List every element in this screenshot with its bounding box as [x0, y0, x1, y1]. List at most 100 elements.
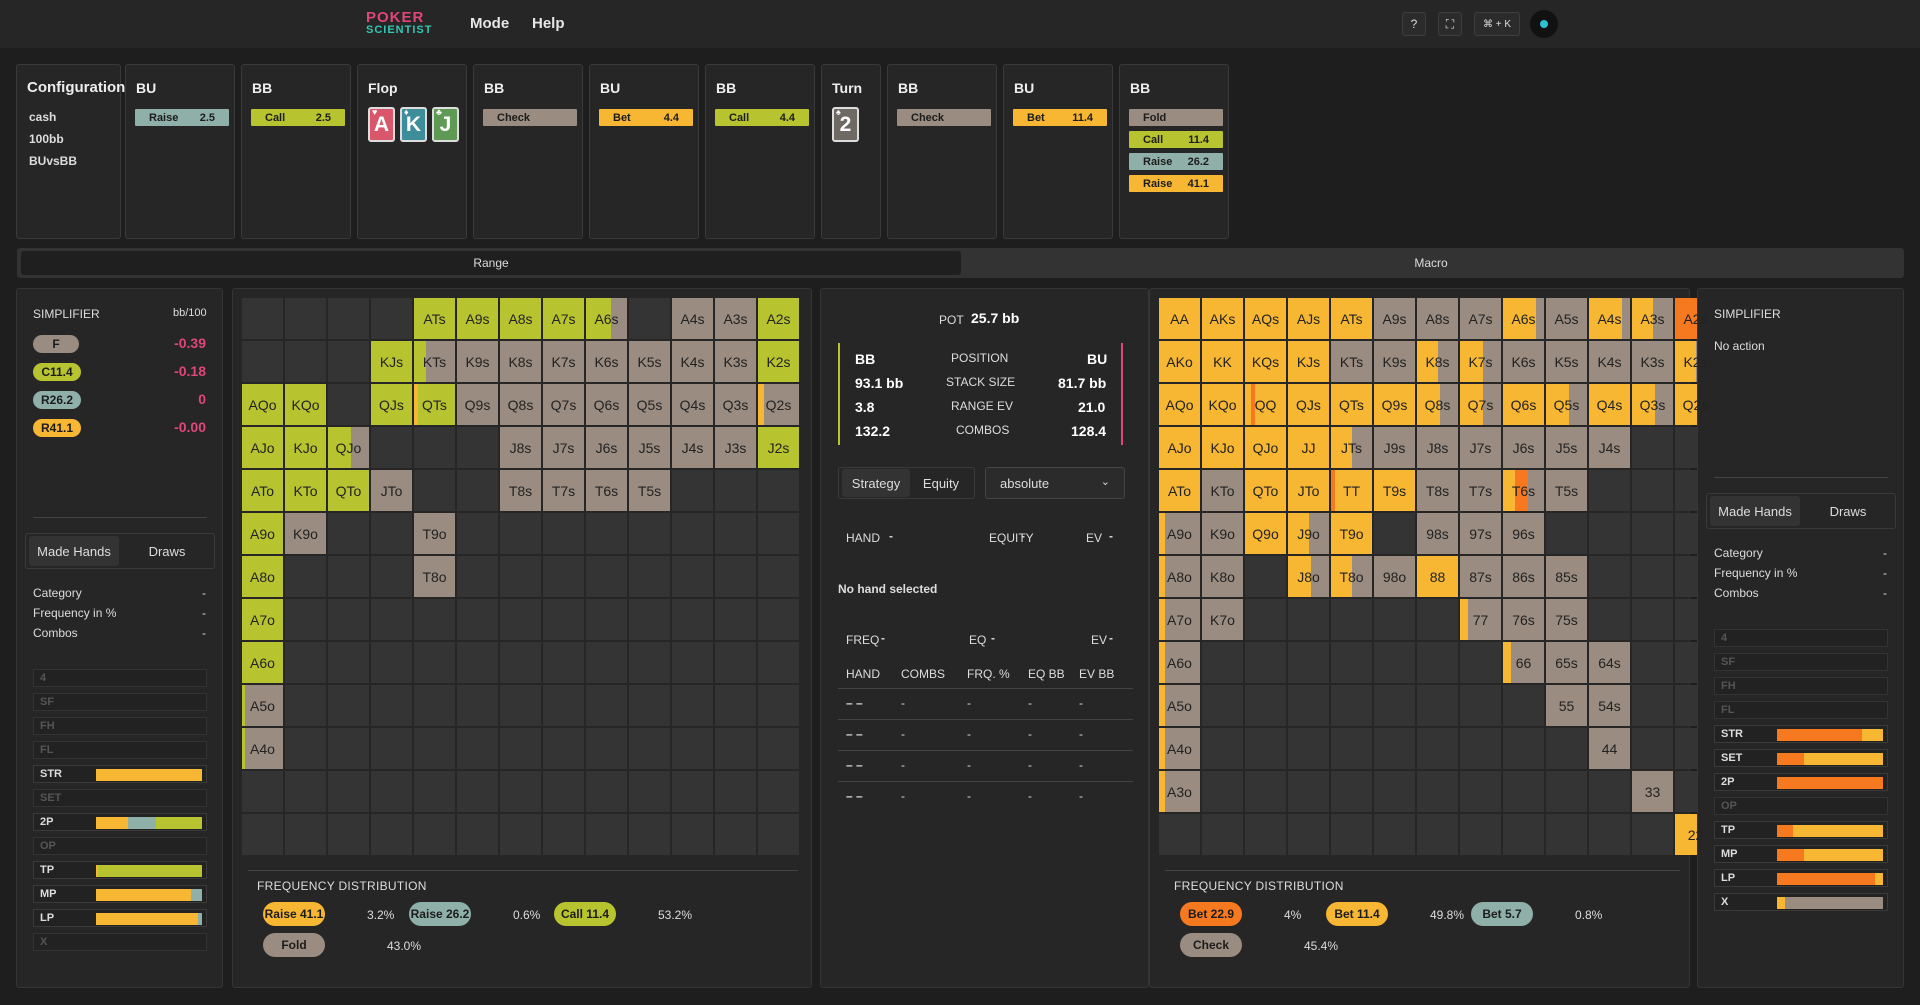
grid-cell-empty[interactable] — [457, 685, 498, 726]
command-palette-button[interactable]: ⌘ + K — [1474, 12, 1520, 36]
hand-cell[interactable]: A8s — [500, 298, 541, 339]
tab-equity[interactable]: Equity — [910, 469, 972, 497]
hand-cell[interactable]: KTs — [414, 341, 455, 382]
hand-cell[interactable]: T9o — [414, 513, 455, 554]
grid-cell-empty[interactable] — [758, 642, 799, 683]
grid-cell-empty[interactable] — [1632, 814, 1673, 855]
grid-cell-empty[interactable] — [1245, 556, 1286, 597]
hand-cell[interactable]: K7o — [1202, 599, 1243, 640]
hand-cell[interactable]: 97s — [1460, 513, 1501, 554]
hand-cell[interactable]: K4s — [672, 341, 713, 382]
grid-cell-empty[interactable] — [1202, 642, 1243, 683]
grid-cell-empty[interactable] — [285, 599, 326, 640]
grid-cell-empty[interactable] — [1245, 599, 1286, 640]
hand-cell[interactable]: 75s — [1546, 599, 1587, 640]
grid-cell-empty[interactable] — [1331, 599, 1372, 640]
grid-cell-empty[interactable] — [500, 642, 541, 683]
grid-cell-empty[interactable] — [457, 728, 498, 769]
app-logo[interactable]: POKER SCIENTIST — [366, 10, 432, 36]
grid-cell-empty[interactable] — [715, 728, 756, 769]
grid-cell-empty[interactable] — [328, 685, 369, 726]
grid-cell-empty[interactable] — [1202, 685, 1243, 726]
hand-cell[interactable]: K9o — [285, 513, 326, 554]
hand-cell[interactable]: ATo — [242, 470, 283, 511]
action-chip[interactable]: Check — [483, 109, 577, 126]
action-chip[interactable]: Raise 26.2 — [1129, 153, 1223, 170]
grid-cell-empty[interactable] — [1288, 642, 1329, 683]
category-bar-x[interactable]: X — [33, 933, 207, 951]
hand-cell[interactable]: Q3s — [1632, 384, 1673, 425]
grid-cell-empty[interactable] — [1288, 728, 1329, 769]
hand-cell[interactable]: Q8s — [500, 384, 541, 425]
hand-cell[interactable]: T9s — [1374, 470, 1415, 511]
grid-cell-empty[interactable] — [414, 814, 455, 855]
hand-cell[interactable]: J4s — [1589, 427, 1630, 468]
grid-cell-empty[interactable] — [1245, 685, 1286, 726]
grid-cell-empty[interactable] — [1288, 685, 1329, 726]
hand-cell[interactable]: J8s — [1417, 427, 1458, 468]
avatar[interactable] — [1530, 10, 1558, 38]
grid-cell-empty[interactable] — [758, 771, 799, 812]
grid-cell-empty[interactable] — [672, 556, 713, 597]
hand-cell[interactable]: A6s — [586, 298, 627, 339]
grid-cell-empty[interactable] — [414, 470, 455, 511]
category-bar-set[interactable]: SET — [33, 789, 207, 807]
grid-cell-empty[interactable] — [1245, 642, 1286, 683]
grid-cell-empty[interactable] — [500, 599, 541, 640]
hand-cell[interactable]: J6s — [1503, 427, 1544, 468]
grid-cell-empty[interactable] — [629, 728, 670, 769]
grid-cell-empty[interactable] — [1589, 513, 1630, 554]
action-chip[interactable]: Call 11.4 — [1129, 131, 1223, 148]
hand-cell[interactable]: A4o — [242, 728, 283, 769]
hand-cell[interactable]: J9s — [1374, 427, 1415, 468]
hand-cell[interactable]: Q5s — [629, 384, 670, 425]
hand-cell[interactable]: K5s — [1546, 341, 1587, 382]
hand-cell[interactable]: KTo — [1202, 470, 1243, 511]
hand-cell[interactable]: J8o — [1288, 556, 1329, 597]
grid-cell-empty[interactable] — [1374, 599, 1415, 640]
hand-cell[interactable]: T5s — [1546, 470, 1587, 511]
grid-cell-empty[interactable] — [414, 642, 455, 683]
grid-cell-empty[interactable] — [1632, 685, 1673, 726]
grid-cell-empty[interactable] — [543, 814, 584, 855]
grid-cell-empty[interactable] — [1331, 814, 1372, 855]
hand-cell[interactable]: Q6s — [1503, 384, 1544, 425]
grid-cell-empty[interactable] — [1245, 814, 1286, 855]
grid-cell-empty[interactable] — [1589, 556, 1630, 597]
grid-cell-empty[interactable] — [1546, 771, 1587, 812]
grid-cell-empty[interactable] — [371, 513, 412, 554]
hand-cell[interactable]: KJo — [1202, 427, 1243, 468]
display-mode-select[interactable]: absolute ⌄ — [985, 467, 1125, 499]
hand-cell[interactable]: J7s — [1460, 427, 1501, 468]
grid-cell-empty[interactable] — [1331, 685, 1372, 726]
hand-cell[interactable]: AKo — [1159, 341, 1200, 382]
simplifier-action-pill[interactable]: R41.1 — [33, 419, 81, 437]
grid-cell-empty[interactable] — [543, 642, 584, 683]
grid-cell-empty[interactable] — [457, 771, 498, 812]
grid-cell-empty[interactable] — [629, 771, 670, 812]
grid-cell-empty[interactable] — [285, 556, 326, 597]
category-bar-fl[interactable]: FL — [33, 741, 207, 759]
hand-cell[interactable]: J2s — [758, 427, 799, 468]
grid-cell-empty[interactable] — [672, 513, 713, 554]
grid-cell-empty[interactable] — [1417, 771, 1458, 812]
grid-cell-empty[interactable] — [328, 513, 369, 554]
grid-cell-empty[interactable] — [328, 298, 369, 339]
grid-cell-empty[interactable] — [285, 298, 326, 339]
grid-cell-empty[interactable] — [1331, 642, 1372, 683]
hand-cell[interactable]: K7s — [1460, 341, 1501, 382]
grid-cell-empty[interactable] — [1503, 685, 1544, 726]
hand-cell[interactable]: AJo — [1159, 427, 1200, 468]
hand-cell[interactable]: Q7s — [543, 384, 584, 425]
grid-cell-empty[interactable] — [1546, 728, 1587, 769]
tab-strategy[interactable]: Strategy — [842, 469, 910, 497]
grid-cell-empty[interactable] — [1374, 685, 1415, 726]
hand-cell[interactable]: J5s — [629, 427, 670, 468]
freq-action-pill[interactable]: Fold — [263, 933, 325, 957]
action-chip[interactable]: Call 4.4 — [715, 109, 809, 126]
grid-cell-empty[interactable] — [414, 685, 455, 726]
hand-cell[interactable]: A7o — [1159, 599, 1200, 640]
grid-cell-empty[interactable] — [1202, 728, 1243, 769]
hand-cell[interactable]: 96s — [1503, 513, 1544, 554]
hand-cell[interactable]: ATs — [414, 298, 455, 339]
